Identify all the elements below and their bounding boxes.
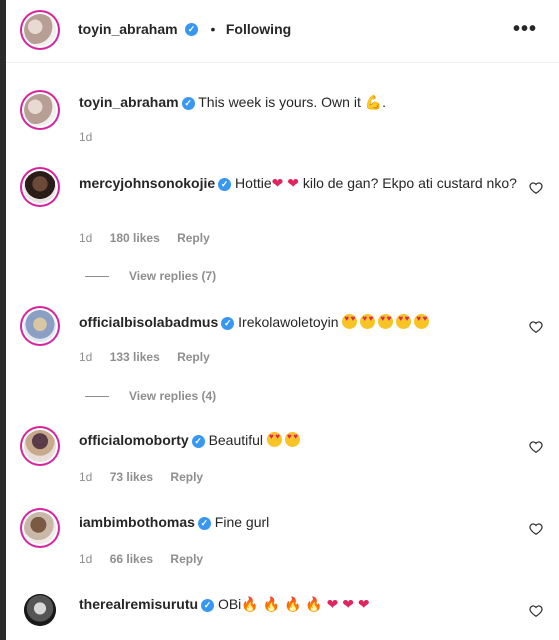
comment-text: Beautiful (208, 432, 264, 448)
red-heart-icon: ❤ (287, 176, 299, 192)
caption-avatar[interactable] (24, 94, 56, 126)
post-header: toyin_abraham ✓ • Following ••• (6, 0, 559, 63)
comment-avatar[interactable] (24, 310, 56, 342)
like-heart-icon[interactable] (529, 440, 543, 454)
reply-button[interactable]: Reply (170, 470, 203, 484)
replies-divider (85, 276, 109, 278)
view-replies-button[interactable]: View replies (4) (85, 389, 216, 403)
fire-icon: 🔥 (283, 597, 302, 613)
heart-eyes-icon (360, 314, 376, 329)
comment-row: mercyjohnsonokojie ✓ Hottie❤ ❤ kilo de ga… (6, 163, 559, 283)
red-heart-icon: ❤ (357, 597, 370, 613)
comment-time[interactable]: 1d (79, 552, 92, 566)
view-replies-label: View replies (4) (129, 389, 217, 403)
heart-eyes-icon (396, 314, 412, 329)
comment-username[interactable]: mercyjohnsonokojie (79, 175, 215, 191)
verified-badge-icon: ✓ (218, 177, 232, 191)
caption-trailing: . (382, 94, 387, 110)
more-options-icon[interactable]: ••• (513, 18, 537, 41)
red-heart-icon: ❤ (326, 597, 339, 613)
comment-text-part: Hottie (235, 175, 272, 191)
comment-username[interactable]: iambimbothomas (79, 514, 195, 530)
header-username[interactable]: toyin_abraham (78, 21, 178, 37)
fire-icon: 🔥 (262, 597, 281, 613)
comment-likes[interactable]: 133 likes (110, 350, 160, 364)
heart-eyes-icon (414, 314, 430, 329)
red-heart-icon: ❤ (271, 176, 284, 192)
like-heart-icon[interactable] (529, 181, 543, 195)
comment-username[interactable]: officialbisolabadmus (79, 314, 218, 330)
comment-time[interactable]: 1d (79, 350, 92, 364)
verified-badge-icon: ✓ (201, 598, 215, 612)
replies-divider (85, 396, 109, 398)
comment-row: officialbisolabadmus✓ Irekolawoletoyin 1… (6, 302, 559, 412)
heart-eyes-icon (284, 432, 300, 447)
like-heart-icon[interactable] (529, 320, 543, 334)
header-avatar[interactable] (24, 14, 56, 46)
comment-row: iambimbothomas ✓ Fine gurl 1d 66 likes Re… (6, 504, 559, 574)
reply-button[interactable]: Reply (177, 350, 210, 364)
comment-text: Irekolawoletoyin (238, 314, 339, 330)
like-heart-icon[interactable] (529, 522, 543, 536)
following-button[interactable]: Following (226, 21, 291, 37)
comment-avatar[interactable] (24, 430, 56, 462)
comment-likes[interactable]: 66 likes (110, 552, 153, 566)
red-heart-icon: ❤ (342, 597, 354, 613)
comment-text: Fine gurl (214, 514, 270, 530)
separator-dot: • (210, 21, 216, 37)
verified-badge-icon: ✓ (197, 516, 211, 530)
comment-row: therealremisurutu ✓ OBi🔥 🔥 🔥 🔥 ❤ ❤ ❤ (6, 586, 559, 640)
view-replies-label: View replies (7) (129, 269, 217, 283)
caption-time[interactable]: 1d (79, 130, 92, 144)
caption-username[interactable]: toyin_abraham (79, 94, 179, 110)
comment-row: officialomoborty✓ Beautiful 1d 73 likes … (6, 422, 559, 492)
fire-icon: 🔥 (241, 597, 259, 613)
verified-badge-icon: ✓ (191, 434, 205, 448)
heart-eyes-icon (378, 314, 394, 329)
reply-button[interactable]: Reply (170, 552, 203, 566)
comment-likes[interactable]: 73 likes (110, 470, 153, 484)
fire-icon: 🔥 (305, 597, 323, 613)
comment-time[interactable]: 1d (79, 470, 92, 484)
comment-time[interactable]: 1d (79, 231, 92, 245)
view-replies-button[interactable]: View replies (7) (85, 269, 216, 283)
verified-badge-icon: ✓ (185, 23, 199, 37)
like-heart-icon[interactable] (529, 604, 543, 618)
verified-badge-icon: ✓ (181, 96, 195, 110)
comment-avatar[interactable] (24, 171, 56, 203)
comment-text-part: kilo de gan? Ekpo ati custard nko? (302, 175, 517, 191)
caption-text: This week is yours. Own it (198, 94, 361, 110)
reply-button[interactable]: Reply (177, 231, 210, 245)
comment-avatar[interactable] (24, 512, 56, 544)
comment-likes[interactable]: 180 likes (110, 231, 160, 245)
flexed-biceps-icon: 💪 (364, 95, 383, 111)
comment-username[interactable]: therealremisurutu (79, 596, 198, 612)
comment-avatar[interactable] (24, 594, 56, 626)
heart-eyes-icon (266, 432, 282, 447)
comment-text: OBi (217, 596, 242, 612)
verified-badge-icon: ✓ (221, 316, 235, 330)
caption-row: toyin_abraham ✓ This week is yours. Own i… (6, 86, 559, 156)
heart-eyes-icon (342, 314, 358, 329)
comment-username[interactable]: officialomoborty (79, 432, 189, 448)
